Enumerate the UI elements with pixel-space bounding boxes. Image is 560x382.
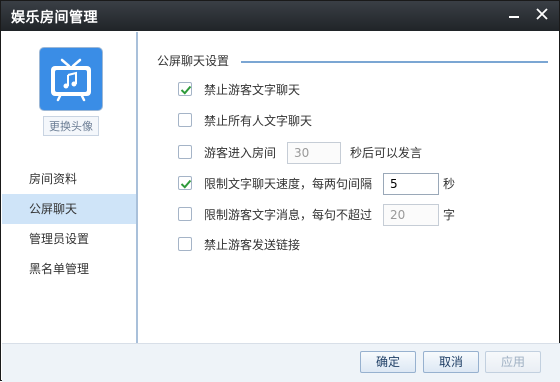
room-management-window: 娱乐房间管理 更换头像 房间资料 公屏聊天 管理员设置 黑名单管理 公屏聊天设置… bbox=[0, 0, 560, 382]
sidebar-item-admin-settings[interactable]: 管理员设置 bbox=[2, 224, 137, 254]
sidebar-item-public-chat[interactable]: 公屏聊天 bbox=[2, 194, 137, 224]
cancel-button[interactable]: 取消 bbox=[423, 351, 479, 373]
limit-length-input[interactable]: 20 bbox=[383, 204, 439, 226]
sidebar-item-blacklist[interactable]: 黑名单管理 bbox=[2, 254, 137, 284]
room-avatar bbox=[39, 47, 103, 111]
guest-delay-input[interactable]: 30 bbox=[287, 142, 341, 164]
limit-speed-input[interactable]: 5 bbox=[383, 173, 439, 195]
option-label: 限制文字聊天速度，每两句间隔 bbox=[204, 177, 373, 191]
checkbox-limit-speed[interactable] bbox=[178, 176, 192, 190]
title-bar: 娱乐房间管理 bbox=[1, 1, 559, 31]
sidebar-item-room-info[interactable]: 房间资料 bbox=[2, 164, 137, 194]
checkbox-guest-delay[interactable] bbox=[178, 145, 192, 159]
checkbox-ban-links[interactable] bbox=[178, 237, 192, 251]
checkmark-icon bbox=[180, 179, 192, 189]
guest-delay-suffix: 秒后可以发言 bbox=[350, 146, 423, 160]
apply-button[interactable]: 应用 bbox=[485, 351, 541, 373]
settings-panel: 公屏聊天设置 禁止游客文字聊天 禁止所有人文字聊天 游客进入房间 30 秒后可以… bbox=[141, 32, 559, 343]
limit-speed-suffix: 秒 bbox=[443, 177, 456, 191]
checkmark-icon bbox=[180, 85, 192, 95]
sidebar: 更换头像 房间资料 公屏聊天 管理员设置 黑名单管理 bbox=[2, 32, 138, 343]
section-title: 公屏聊天设置 bbox=[157, 54, 230, 68]
window-title: 娱乐房间管理 bbox=[11, 10, 98, 26]
sidebar-nav: 房间资料 公屏聊天 管理员设置 黑名单管理 bbox=[2, 164, 137, 284]
close-icon bbox=[536, 8, 548, 20]
option-label: 禁止游客文字聊天 bbox=[204, 83, 301, 97]
dialog-footer: 确定 取消 应用 bbox=[2, 343, 560, 382]
checkbox-limit-length[interactable] bbox=[178, 207, 192, 221]
option-label: 游客进入房间 bbox=[204, 146, 277, 160]
section-divider bbox=[241, 61, 548, 63]
minimize-icon bbox=[509, 16, 519, 18]
checkbox-ban-guest-text[interactable] bbox=[178, 82, 192, 96]
close-button[interactable] bbox=[529, 3, 555, 25]
tv-music-icon bbox=[51, 58, 91, 102]
option-label: 限制游客文字消息，每句不超过 bbox=[204, 208, 373, 222]
option-label: 禁止游客发送链接 bbox=[204, 238, 301, 252]
minimize-button[interactable] bbox=[501, 3, 527, 25]
limit-length-suffix: 字 bbox=[443, 208, 456, 222]
option-label: 禁止所有人文字聊天 bbox=[204, 114, 313, 128]
change-avatar-button[interactable]: 更换头像 bbox=[43, 116, 99, 136]
checkbox-ban-all-text[interactable] bbox=[178, 113, 192, 127]
ok-button[interactable]: 确定 bbox=[360, 351, 416, 373]
sidebar-divider bbox=[136, 32, 138, 343]
